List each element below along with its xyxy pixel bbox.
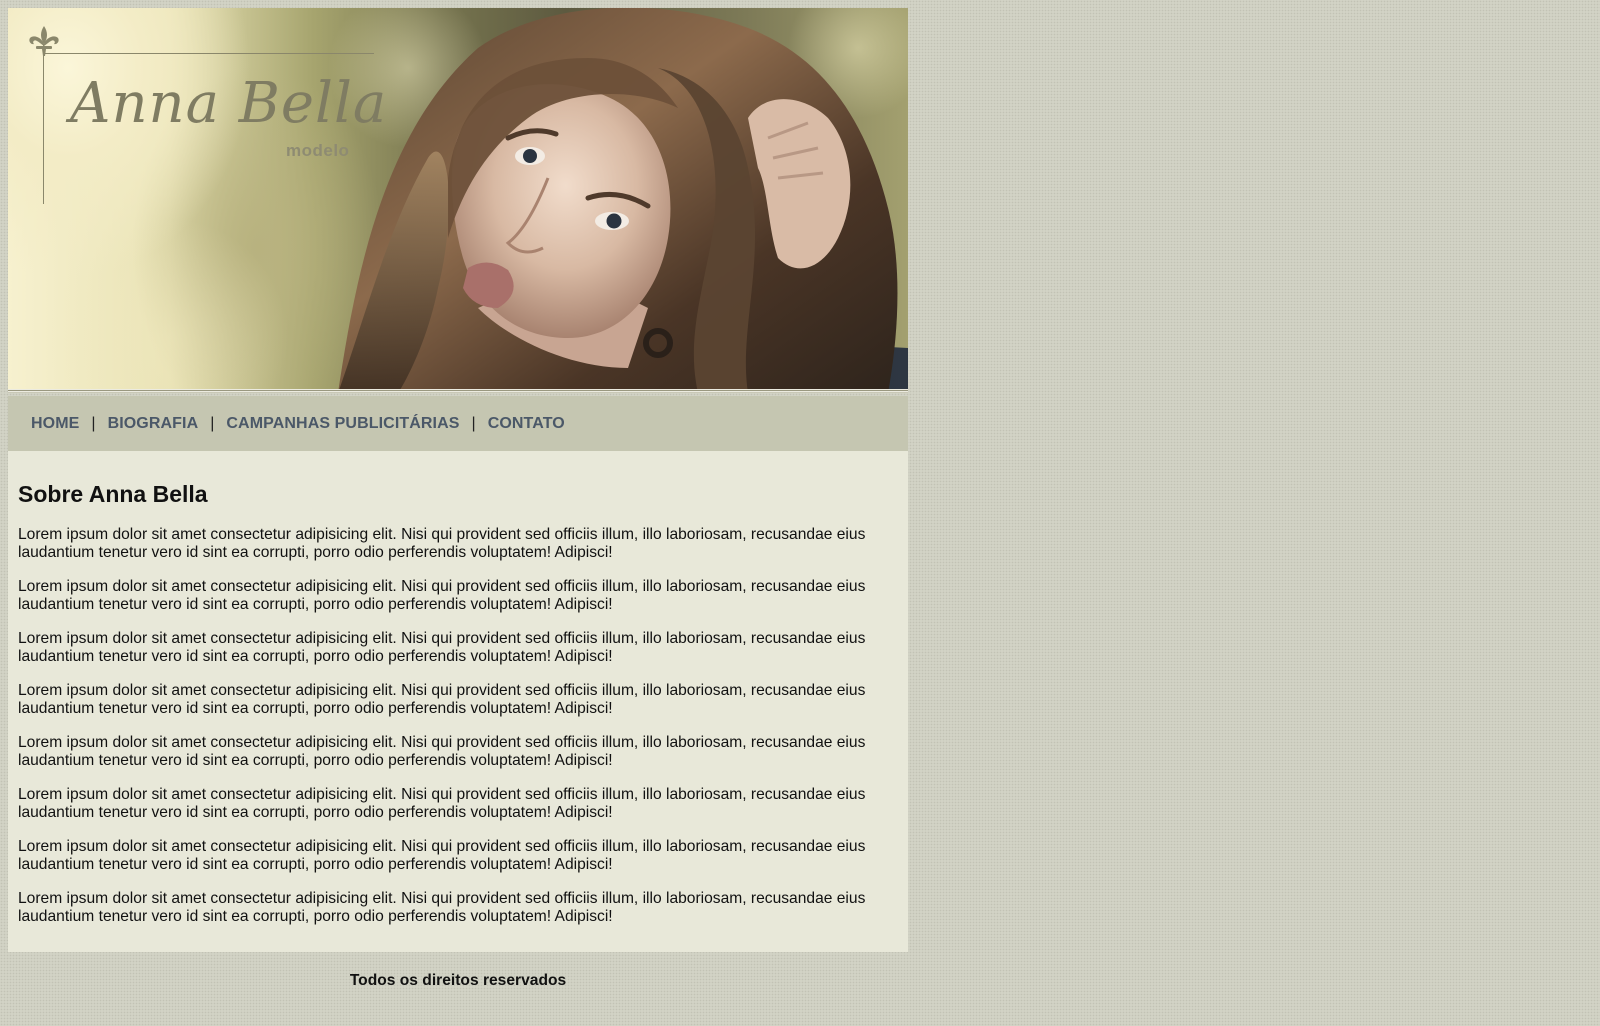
fleur-de-lis-icon	[29, 26, 59, 56]
nav-item-contato[interactable]: CONTATO	[488, 415, 565, 433]
site-logo[interactable]: Anna Bella modelo	[26, 24, 386, 224]
main-content: Sobre Anna Bella Lorem ipsum dolor sit a…	[8, 451, 908, 952]
logo-subtitle: modelo	[286, 141, 350, 160]
nav-separator: |	[471, 414, 476, 432]
banner-divider	[8, 389, 908, 393]
content-paragraph: Lorem ipsum dolor sit amet consectetur a…	[18, 682, 866, 717]
nav-item-campanhas[interactable]: CAMPANHAS PUBLICITÁRIAS	[226, 415, 459, 433]
logo-horizontal-line	[44, 53, 374, 54]
content-paragraph: Lorem ipsum dolor sit amet consectetur a…	[18, 630, 866, 665]
logo-name: Anna Bella	[70, 71, 388, 136]
nav-separator: |	[210, 414, 215, 432]
header-banner: Anna Bella modelo	[8, 8, 908, 393]
nav-item-home[interactable]: HOME	[31, 415, 79, 433]
footer-text: Todos os direitos reservados	[349, 972, 567, 989]
nav-separator: |	[91, 414, 96, 432]
content-paragraph: Lorem ipsum dolor sit amet consectetur a…	[18, 786, 866, 821]
content-paragraph: Lorem ipsum dolor sit amet consectetur a…	[18, 890, 866, 925]
content-paragraph: Lorem ipsum dolor sit amet consectetur a…	[18, 526, 866, 561]
content-paragraph: Lorem ipsum dolor sit amet consectetur a…	[18, 578, 866, 613]
content-paragraph: Lorem ipsum dolor sit amet consectetur a…	[18, 734, 866, 769]
page-title: Sobre Anna Bella	[18, 481, 208, 507]
nav-item-biografia[interactable]: BIOGRAFIA	[108, 415, 199, 433]
page-wrapper: Anna Bella modelo HOME | BIOGRAFIA | CAM…	[8, 8, 908, 990]
logo-vertical-line	[43, 44, 44, 204]
main-nav: HOME | BIOGRAFIA | CAMPANHAS PUBLICITÁRI…	[8, 396, 908, 451]
content-paragraph: Lorem ipsum dolor sit amet consectetur a…	[18, 838, 866, 873]
